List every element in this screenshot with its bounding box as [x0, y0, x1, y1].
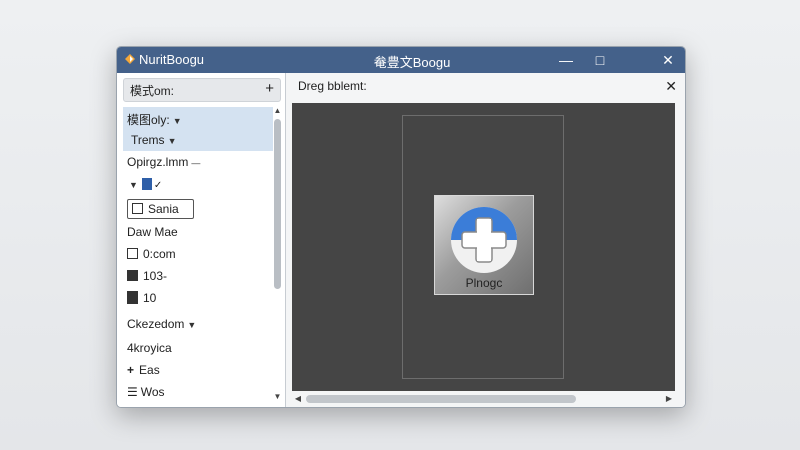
sidebar-item-label: Trems: [131, 133, 165, 147]
chevron-down-icon: ▼: [129, 180, 138, 190]
sidebar: 模式om: + 模图oly: ▼ Trems ▼ Opirgz.lmm — ▼ …: [117, 73, 286, 407]
tab-icon: [127, 291, 138, 304]
panel-close-icon[interactable]: ✕: [665, 78, 677, 95]
sidebar-item-label: 103-: [143, 269, 168, 283]
plus-icon: +: [127, 363, 135, 377]
sidebar-item-opirgz[interactable]: Opirgz.lmm —: [123, 151, 273, 173]
sidebar-item-ckezedom[interactable]: Ckezedom ▼: [123, 313, 273, 335]
sidebar-item-eas[interactable]: + Eas: [123, 359, 273, 381]
sidebar-item-label: 模图oly:: [127, 113, 170, 127]
sidebar-item-103[interactable]: 103-: [123, 265, 273, 287]
sidebar-item-label: 4kroyica: [127, 341, 172, 355]
minimize-button[interactable]: —: [549, 47, 583, 73]
square-icon: [127, 248, 138, 259]
sidebar-item-10[interactable]: 10: [123, 287, 273, 309]
edit-icon: ✓: [153, 180, 163, 191]
chevron-down-icon: ▼: [187, 320, 197, 330]
sidebar-item-label: Wos: [140, 385, 165, 399]
sidebar-item-doc[interactable]: ▼ ✓: [123, 173, 273, 195]
scroll-up-icon[interactable]: ▲: [272, 105, 283, 117]
sidebar-scrollbar[interactable]: ▲ ▼: [272, 105, 283, 403]
scroll-left-icon[interactable]: ◀: [292, 393, 304, 405]
sidebar-header[interactable]: 模式om: +: [123, 78, 281, 102]
sidebar-item-trems[interactable]: Trems ▼: [123, 129, 273, 151]
item-label: Plnogc: [465, 276, 503, 290]
scrollbar-thumb[interactable]: [306, 395, 576, 403]
sidebar-item-label: Eas: [139, 363, 160, 377]
sidebar-item-label: Ckezedom: [127, 317, 185, 331]
close-icon: ✕: [662, 52, 674, 68]
scroll-right-icon[interactable]: ▶: [663, 393, 675, 405]
maximize-button[interactable]: □: [583, 47, 617, 73]
sidebar-item-label: Opirgz.lmm: [127, 155, 189, 169]
sidebar-item-label: Daw Mae: [127, 225, 178, 239]
doc-icon: [141, 178, 152, 190]
sidebar-item-wos[interactable]: ☰ Wos: [123, 381, 273, 403]
scroll-down-icon[interactable]: ▼: [272, 391, 283, 403]
sidebar-header-label: 模式om:: [130, 84, 175, 98]
chevron-down-icon: ▼: [167, 136, 177, 146]
sidebar-item-label: 0:com: [143, 247, 176, 261]
filled-square-icon: [127, 270, 138, 281]
sidebar-item-label: 10: [143, 291, 157, 305]
sidebar-item-label: Sania: [148, 202, 179, 216]
draggable-item[interactable]: Plnogc: [434, 195, 534, 295]
panel-title: Dreg bblemt:: [298, 79, 367, 93]
list-icon: ☰: [127, 385, 138, 399]
sidebar-item-daw-mae[interactable]: Daw Mae: [123, 221, 273, 243]
maximize-icon: □: [595, 52, 605, 68]
window-title: 奙豊文Boogu: [373, 55, 451, 70]
sidebar-list: 模图oly: ▼ Trems ▼ Opirgz.lmm — ▼ ✓ Sania …: [123, 107, 273, 403]
app-name: NuritBoogu: [139, 52, 205, 67]
app-logo-icon: [125, 54, 135, 64]
sidebar-item-4kroyica[interactable]: 4kroyica: [123, 337, 273, 359]
sidebar-item-sania[interactable]: Sania: [123, 197, 273, 219]
main-panel: Dreg bblemt: ✕ Plnogc ◀ ▶: [286, 73, 685, 407]
chevron-down-icon: ▼: [172, 116, 182, 126]
drop-canvas[interactable]: Plnogc: [292, 103, 675, 391]
minimize-icon: —: [559, 52, 573, 68]
scrollbar-thumb[interactable]: [274, 119, 281, 289]
title-bar[interactable]: NuritBoogu 奙豊文Boogu — □ ✕: [117, 47, 685, 73]
chevron-down-icon: —: [191, 158, 201, 168]
sidebar-item-mode[interactable]: 模图oly: ▼: [123, 107, 273, 129]
app-window: NuritBoogu 奙豊文Boogu — □ ✕ 模式om: + 模图oly:…: [116, 46, 686, 408]
close-button[interactable]: ✕: [651, 47, 685, 73]
add-icon[interactable]: +: [265, 80, 274, 97]
horizontal-scrollbar[interactable]: ◀ ▶: [292, 393, 675, 405]
sidebar-item-ocom[interactable]: 0:com: [123, 243, 273, 265]
square-icon: [132, 203, 143, 214]
